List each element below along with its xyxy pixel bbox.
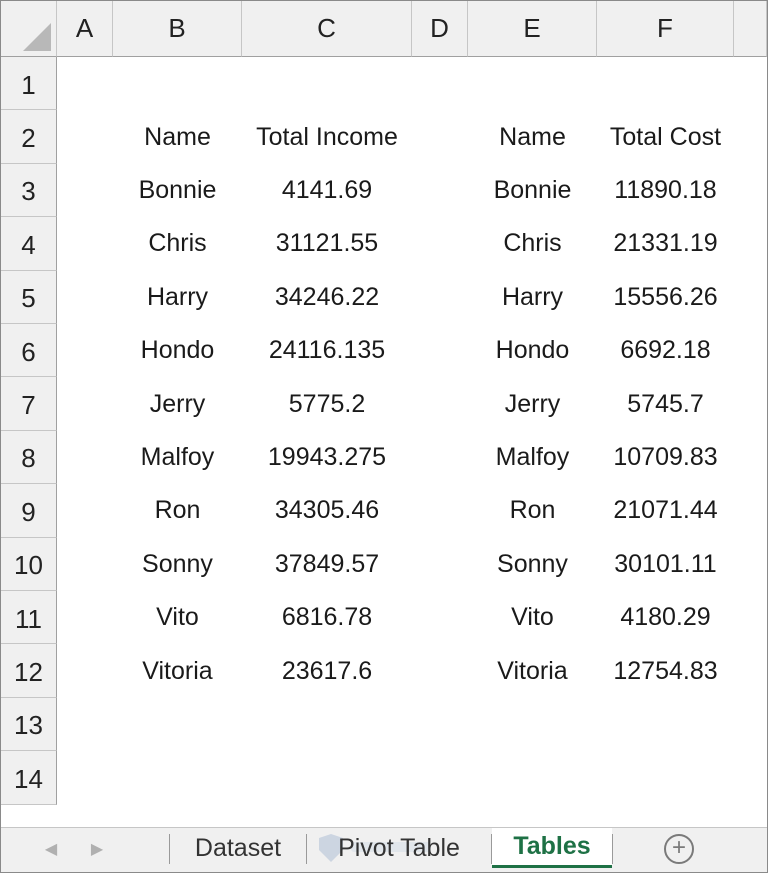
table-cell[interactable]: 11890.18 [597,164,734,217]
scroll-right-icon[interactable]: ▶ [87,836,107,862]
row-header-11[interactable]: 11 [1,591,57,645]
table-cell[interactable]: Harry [113,271,242,324]
column-header-f[interactable]: F [597,1,734,57]
table-cell[interactable]: Chris [113,217,242,270]
table-cell[interactable]: 37849.57 [242,538,412,591]
row-header-2[interactable]: 2 [1,110,57,164]
table-cell[interactable]: Vitoria [468,644,597,697]
row-header-5[interactable]: 5 [1,270,57,324]
table-cell[interactable]: 10709.83 [597,431,734,484]
table-cell[interactable]: Sonny [113,538,242,591]
row-header-3[interactable]: 3 [1,163,57,218]
table-cell[interactable]: 31121.55 [242,217,412,270]
select-all-button[interactable] [1,1,57,57]
column-header-e[interactable]: E [468,1,597,57]
row-header-7[interactable]: 7 [1,377,57,431]
table-cell[interactable]: 12754.83 [597,644,734,697]
table-cell[interactable]: Hondo [113,324,242,377]
table-cell[interactable]: 21071.44 [597,484,734,537]
table-cell[interactable]: 15556.26 [597,271,734,324]
table-cell[interactable]: 34305.46 [242,484,412,537]
table-cell[interactable]: Hondo [468,324,597,377]
table-cell[interactable]: 4141.69 [242,164,412,217]
table-cell[interactable]: 6692.18 [597,324,734,377]
row-header-1[interactable]: 1 [1,57,57,111]
table-cell[interactable]: 19943.275 [242,431,412,484]
row-header-6[interactable]: 6 [1,324,57,378]
tab-separator [612,834,613,864]
plus-icon: + [671,834,686,861]
tab-pivot-table[interactable]: Pivot Table [307,828,491,868]
row-header-9[interactable]: 9 [1,484,57,538]
scroll-left-icon[interactable]: ◀ [41,836,61,862]
table-cell[interactable]: 5745.7 [597,377,734,430]
table-header-cell[interactable]: Total Income [242,110,412,163]
table-header-cell[interactable]: Name [113,110,242,163]
table-cell[interactable]: Vito [468,591,597,644]
column-header-b[interactable]: B [113,1,242,57]
row-header-14[interactable]: 14 [1,751,57,805]
spreadsheet-window: A B C D E F 1 2 3 4 5 6 7 8 9 10 11 12 13 14 Name Total Incom… [0,0,768,873]
column-header-c[interactable]: C [242,1,412,57]
table-cell[interactable]: Sonny [468,538,597,591]
table-cell[interactable]: 30101.11 [597,538,734,591]
table-cell[interactable]: 23617.6 [242,644,412,697]
tab-separator [169,834,170,864]
table-cell[interactable]: Bonnie [113,164,242,217]
table-header-cell[interactable]: Total Cost [597,110,734,163]
table-cell[interactable]: 24116.135 [242,324,412,377]
column-header-a[interactable]: A [57,1,113,57]
table-cell[interactable]: 34246.22 [242,271,412,324]
table-cell[interactable]: 4180.29 [597,591,734,644]
row-header-10[interactable]: 10 [1,537,57,591]
table-cell[interactable]: Ron [468,484,597,537]
table-cell[interactable]: Bonnie [468,164,597,217]
column-header-d[interactable]: D [412,1,468,57]
table-cell[interactable]: Jerry [468,377,597,430]
tab-dataset[interactable]: Dataset [171,828,305,868]
column-header-next[interactable] [734,1,767,57]
table-cell[interactable]: Malfoy [468,431,597,484]
table-cell[interactable]: Vitoria [113,644,242,697]
table-cell[interactable]: Jerry [113,377,242,430]
table-cell[interactable]: Chris [468,217,597,270]
table-cell[interactable]: Ron [113,484,242,537]
table-cell[interactable]: Harry [468,271,597,324]
table-header-cell[interactable]: Name [468,110,597,163]
table-cell[interactable]: 6816.78 [242,591,412,644]
table-cell[interactable]: Vito [113,591,242,644]
add-sheet-button[interactable]: + [664,834,694,864]
row-header-12[interactable]: 12 [1,644,57,698]
sheet-tab-bar: ◀ ▶ Dataset Pivot Table Tables + [1,827,767,872]
row-header-4[interactable]: 4 [1,217,57,271]
table-cell[interactable]: 5775.2 [242,377,412,430]
select-all-triangle-icon [23,23,51,51]
row-header-8[interactable]: 8 [1,430,57,485]
worksheet-grid[interactable]: A B C D E F 1 2 3 4 5 6 7 8 9 10 11 12 13 14 Name Total Incom… [1,1,767,827]
table-cell[interactable]: Malfoy [113,431,242,484]
table-cell[interactable]: 21331.19 [597,217,734,270]
row-header-13[interactable]: 13 [1,697,57,752]
tab-tables[interactable]: Tables [492,828,612,868]
